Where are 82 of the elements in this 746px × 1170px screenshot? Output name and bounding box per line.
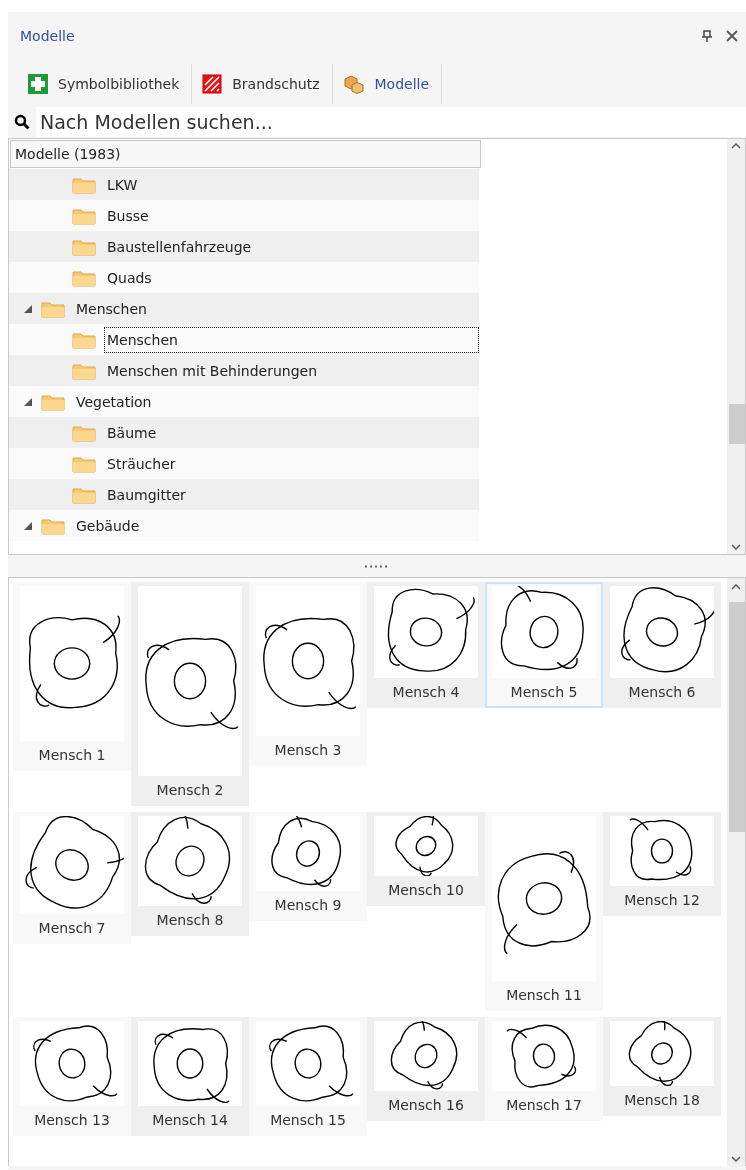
hatched-square-icon [202, 74, 223, 94]
model-tile[interactable]: Mensch 2 [131, 582, 249, 806]
model-tile[interactable]: Mensch 12 [603, 812, 721, 916]
folder-icon [72, 330, 96, 349]
tree-item[interactable]: Menschen [73, 295, 150, 322]
scroll-up-icon[interactable] [731, 143, 741, 149]
model-label: Mensch 5 [510, 683, 578, 702]
model-tile[interactable]: Mensch 1 [13, 582, 131, 771]
model-label: Mensch 13 [34, 1111, 110, 1130]
folder-icon [72, 361, 96, 380]
model-tile[interactable]: Mensch 8 [131, 812, 249, 936]
model-tile[interactable]: Mensch 16 [367, 1017, 485, 1121]
model-label: Mensch 7 [38, 919, 106, 938]
folder-icon [72, 206, 96, 225]
expanded-arrow-icon[interactable] [24, 521, 32, 530]
model-tile[interactable]: Mensch 3 [249, 582, 367, 766]
model-label: Mensch 14 [152, 1111, 228, 1130]
expanded-arrow-icon[interactable] [24, 304, 32, 313]
pin-icon[interactable] [702, 30, 712, 42]
model-label: Mensch 15 [270, 1111, 346, 1130]
folder-icon [41, 392, 65, 411]
expanded-arrow-icon[interactable] [24, 397, 32, 406]
tree-item[interactable]: Gebäude [73, 512, 143, 539]
model-label: Mensch 10 [388, 881, 464, 900]
splitter-grip-icon[interactable] [364, 564, 390, 568]
model-tile[interactable]: Mensch 14 [131, 1017, 249, 1136]
model-label: Mensch 8 [156, 911, 224, 930]
folder-icon [41, 516, 65, 535]
folder-icon [72, 454, 96, 473]
tree-item[interactable]: Busse [104, 202, 152, 229]
scroll-thumb[interactable] [729, 602, 745, 832]
model-label: Mensch 1 [38, 746, 106, 765]
tree-item[interactable]: Baumgitter [104, 481, 189, 508]
model-label: Mensch 2 [156, 781, 224, 800]
model-label: Mensch 11 [506, 986, 582, 1005]
model-tile[interactable]: Mensch 4 [367, 582, 485, 708]
tab[interactable]: Modelle [332, 64, 443, 104]
folder-icon [72, 485, 96, 504]
model-label: Mensch 6 [628, 683, 696, 702]
tab[interactable]: Brandschutz [192, 64, 333, 104]
tree-item[interactable]: Bäume [104, 419, 160, 446]
model-tile[interactable]: Mensch 13 [13, 1017, 131, 1136]
tree-item[interactable]: Menschen [104, 326, 479, 353]
tree-item[interactable]: LKW [104, 171, 141, 198]
folder-icon [72, 268, 96, 287]
model-label: Mensch 3 [274, 741, 342, 760]
model-tile[interactable]: Mensch 7 [13, 812, 131, 944]
folder-icon [72, 237, 96, 256]
model-tile[interactable]: Mensch 17 [485, 1017, 603, 1121]
model-tile[interactable]: Mensch 9 [249, 812, 367, 921]
search-field[interactable]: Nach Modellen suchen... [36, 107, 746, 137]
model-label: Mensch 9 [274, 896, 342, 915]
boxes-icon [342, 74, 365, 94]
model-tile[interactable]: Mensch 10 [367, 812, 485, 906]
tree-item[interactable]: Vegetation [73, 388, 155, 415]
search-icon [14, 114, 30, 130]
model-tile[interactable]: Mensch 6 [603, 582, 721, 708]
model-label: Mensch 16 [388, 1096, 464, 1115]
tree-item[interactable]: Sträucher [104, 450, 179, 477]
model-label: Mensch 12 [624, 891, 700, 910]
tree-header[interactable]: Modelle (1983) [10, 140, 481, 168]
model-label: Mensch 17 [506, 1096, 582, 1115]
close-icon[interactable] [726, 30, 738, 42]
folder-icon [72, 423, 96, 442]
scroll-thumb[interactable] [729, 404, 745, 444]
model-tile[interactable]: Mensch 11 [485, 812, 603, 1011]
folder-icon [72, 175, 96, 194]
panel-title: Modelle [20, 28, 76, 44]
folder-icon [41, 299, 65, 318]
model-tile[interactable]: Mensch 15 [249, 1017, 367, 1136]
model-tile[interactable]: Mensch 18 [603, 1017, 721, 1116]
scrollbar[interactable] [727, 578, 745, 1166]
scroll-down-icon[interactable] [731, 1156, 741, 1162]
model-tile[interactable]: Mensch 5 [485, 582, 603, 708]
scroll-down-icon[interactable] [731, 544, 741, 550]
model-label: Mensch 4 [392, 683, 460, 702]
tab[interactable]: Symbolbibliothek [18, 64, 193, 104]
plus-icon [28, 74, 48, 94]
scroll-up-icon[interactable] [731, 584, 741, 590]
tree-item[interactable]: Quads [104, 264, 155, 291]
scrollbar[interactable] [727, 139, 745, 554]
model-label: Mensch 18 [624, 1091, 700, 1110]
